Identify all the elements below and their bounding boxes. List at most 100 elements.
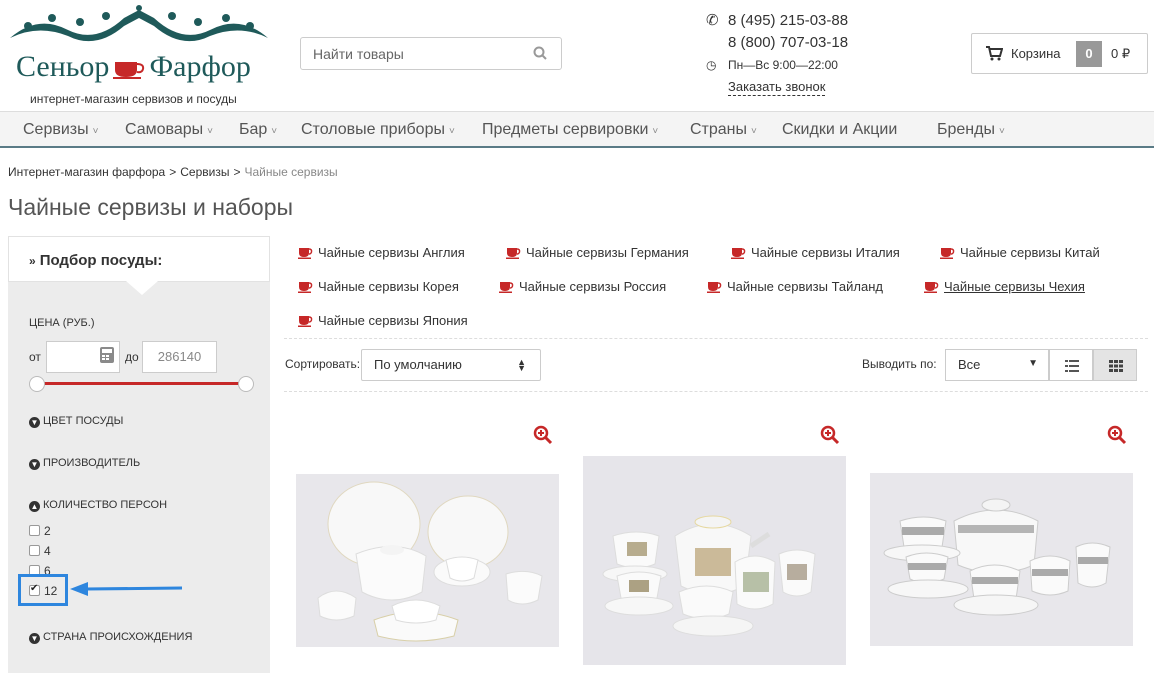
teacup-icon (940, 248, 955, 259)
chevron-down-icon: ˅ (652, 126, 659, 137)
filter-heading[interactable]: » Подбор посуды: (8, 236, 270, 282)
annotation-arrow-icon (70, 582, 183, 596)
phone-icon: ✆ (706, 12, 719, 29)
category-link-italy[interactable]: Чайные сервизы Италия (731, 245, 900, 260)
chevron-circle-down-icon: ▼ (29, 417, 40, 428)
nav-item-services[interactable]: Сервизы ˅ (23, 121, 98, 139)
breadcrumb-home[interactable]: Интернет-магазин фарфора (8, 165, 165, 179)
filter-maker[interactable]: ▼ ПРОИЗВОДИТЕЛЬ (29, 457, 140, 470)
filter-sidebar: » Подбор посуды: ЦЕНА (РУБ.) от до 286140… (8, 236, 270, 673)
divider (284, 338, 1148, 339)
page-title: Чайные сервизы и наборы (8, 194, 294, 220)
breadcrumb-current: Чайные сервизы (244, 165, 338, 179)
divider (284, 391, 1148, 392)
callback-link[interactable]: Заказать звонок (728, 79, 826, 96)
nav-item-serving[interactable]: Предметы сервировки ˅ (482, 121, 658, 139)
grid-icon (1109, 360, 1123, 372)
striped-tea-set-image (870, 473, 1133, 646)
zoom-icon[interactable] (533, 425, 553, 445)
price-to-label: до (125, 350, 139, 364)
chevron-down-icon: ˅ (92, 126, 99, 137)
nav-item-brands[interactable]: Бренды ˅ (937, 121, 1005, 139)
product-image[interactable] (296, 474, 559, 647)
teacup-icon (707, 282, 722, 293)
breadcrumb: Интернет-магазин фарфора > Сервизы > Чайные … (8, 165, 338, 179)
chevron-down-icon: ˅ (751, 126, 757, 137)
sort-label: Сортировать: (285, 357, 361, 371)
search-box (300, 37, 562, 70)
search-input[interactable] (301, 38, 511, 69)
teacup-icon (506, 248, 521, 259)
clock-icon: ◷ (706, 58, 717, 72)
sort-select[interactable]: По умолчанию ▲ ▼ (361, 349, 541, 381)
nav-item-samovars[interactable]: Самовары ˅ (125, 121, 213, 139)
floral-tea-set-image (583, 456, 846, 665)
price-slider-track[interactable] (36, 382, 246, 385)
logo-title: Сеньор Фарфор (16, 50, 251, 83)
filter-country[interactable]: ▼ СТРАНА ПРОИСХОЖДЕНИЯ (29, 631, 192, 644)
product-image[interactable] (870, 473, 1133, 646)
breadcrumb-section[interactable]: Сервизы (180, 165, 229, 179)
category-link-korea[interactable]: Чайные сервизы Корея (298, 279, 459, 294)
price-slider-max-handle[interactable] (238, 376, 254, 392)
work-hours: Пн—Вс 9:00—22:00 (728, 58, 838, 72)
chevron-down-icon: ˅ (207, 126, 213, 137)
chevron-down-icon: ▼ (1028, 358, 1038, 369)
zoom-icon[interactable] (1107, 425, 1127, 445)
phone-2[interactable]: 8 (800) 707-03-18 (728, 34, 848, 51)
category-link-germany[interactable]: Чайные сервизы Германия (506, 245, 689, 260)
cart-count: 0 (1076, 41, 1102, 67)
persons-option-2[interactable]: 2 (29, 524, 51, 538)
nav-item-countries[interactable]: Страны ˅ (690, 121, 757, 139)
category-link-czech[interactable]: Чайные сервизы Чехия (924, 279, 1085, 294)
chevron-circle-down-icon: ▼ (29, 459, 40, 470)
price-slider-min-handle[interactable] (29, 376, 45, 392)
nav-item-sales[interactable]: Скидки и Акции (782, 121, 901, 139)
main-nav: Сервизы ˅ Самовары ˅ Бар ˅ Столовые приборы… (0, 111, 1154, 148)
per-page-select[interactable]: Все ▼ (945, 349, 1049, 381)
calculator-icon (100, 347, 114, 363)
chevron-circle-up-icon: ▲ (29, 501, 40, 512)
filter-color[interactable]: ▼ ЦВЕТ ПОСУДЫ (29, 415, 123, 428)
ornament-icon (10, 5, 268, 42)
cart-label: Корзина (1011, 46, 1061, 61)
logo-subtitle: интернет-магазин сервизов и посуды (30, 92, 237, 106)
price-from-label: от (29, 350, 41, 364)
cart-icon (986, 46, 1003, 61)
nav-item-cutlery[interactable]: Столовые приборы ˅ (301, 121, 455, 139)
cart-sum: 0 ₽ (1111, 46, 1131, 61)
annotation-highlight-box (18, 574, 68, 606)
filter-persons[interactable]: ▲ КОЛИЧЕСТВО ПЕРСОН (29, 499, 167, 512)
category-link-japan[interactable]: Чайные сервизы Япония (298, 313, 468, 328)
search-icon[interactable] (533, 46, 547, 60)
category-link-thailand[interactable]: Чайные сервизы Тайланд (707, 279, 883, 294)
nav-item-bar[interactable]: Бар ˅ (239, 121, 277, 139)
cart-button[interactable]: Корзина 0 0 ₽ (971, 33, 1148, 74)
list-icon (1065, 360, 1079, 372)
price-to-input[interactable]: 286140 (142, 341, 217, 373)
teacup-icon (113, 62, 145, 80)
grid-view-button[interactable] (1093, 349, 1137, 381)
category-link-england[interactable]: Чайные сервизы Англия (298, 245, 465, 260)
checkbox[interactable] (29, 545, 40, 556)
teacup-icon (499, 282, 514, 293)
persons-option-4[interactable]: 4 (29, 544, 51, 558)
heading-notch (126, 281, 158, 295)
category-link-china[interactable]: Чайные сервизы Китай (940, 245, 1100, 260)
category-link-russia[interactable]: Чайные сервизы Россия (499, 279, 666, 294)
list-view-button[interactable] (1049, 349, 1093, 381)
white-tea-set-image (296, 474, 559, 647)
per-page-label: Выводить по: (862, 357, 937, 371)
teacup-icon (298, 248, 313, 259)
product-image[interactable] (583, 456, 846, 665)
teacup-icon (924, 282, 939, 293)
chevron-double-down-icon: » (29, 254, 36, 268)
chevron-circle-down-icon: ▼ (29, 633, 40, 644)
chevron-down-icon: ˅ (448, 126, 455, 137)
zoom-icon[interactable] (820, 425, 840, 445)
teacup-icon (298, 282, 313, 293)
sort-arrows-icon: ▲ ▼ (517, 357, 526, 373)
phone-1[interactable]: 8 (495) 215-03-88 (728, 12, 848, 29)
site-logo[interactable]: Сеньор Фарфор интернет-магазин сервизов и… (8, 4, 270, 106)
checkbox[interactable] (29, 525, 40, 536)
